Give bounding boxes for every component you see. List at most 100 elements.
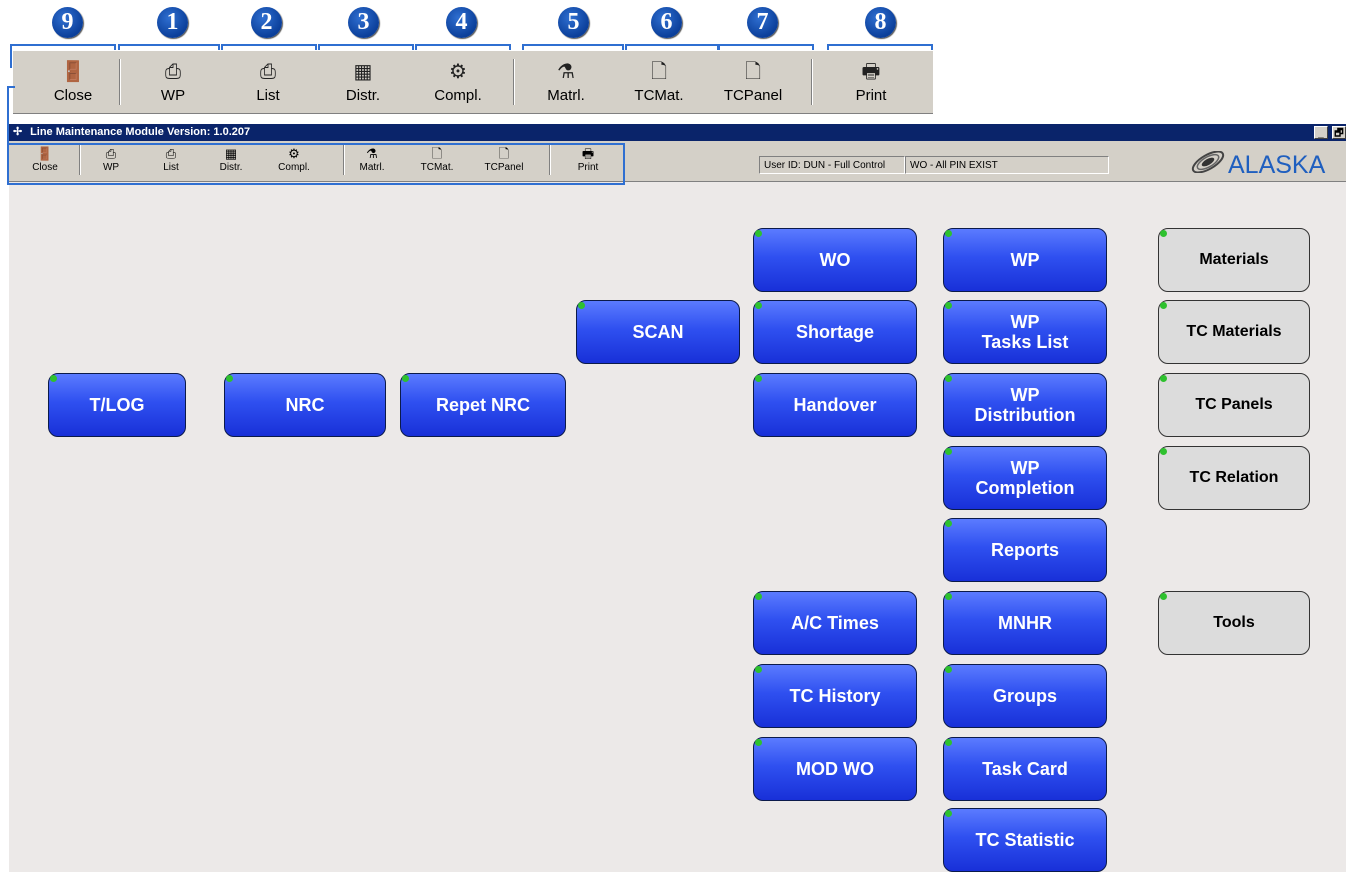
callout-matrl-button[interactable]: ⚗ Matrl.: [526, 51, 606, 113]
status-dot-icon: [755, 375, 762, 382]
button-label: TCPanel: [484, 162, 524, 173]
wo-status: WO - All PIN EXIST: [905, 156, 1109, 174]
tile-label: NRC: [285, 395, 325, 415]
tile-label: MOD WO: [796, 759, 874, 779]
tile-label: TC History: [789, 686, 881, 706]
status-dot-icon: [755, 739, 762, 746]
tcpanel-button[interactable]: 🗋 TCPanel: [479, 143, 529, 179]
wp-button[interactable]: ⎙ WP: [89, 143, 133, 179]
tile-label: MNHR: [998, 613, 1052, 633]
app-window: ✢ Line Maintenance Module Version: 1.0.2…: [9, 124, 1346, 872]
status-dot-icon: [945, 302, 952, 309]
status-dot-icon: [1160, 375, 1167, 382]
restore-button[interactable]: 🗗: [1332, 126, 1346, 139]
handover-button[interactable]: Handover: [753, 373, 917, 437]
callout-badge-8: 8: [865, 7, 896, 38]
status-dot-icon: [945, 230, 952, 237]
callout-close-button[interactable]: 🚪 Close: [33, 51, 113, 113]
ac-times-button[interactable]: A/C Times: [753, 591, 917, 655]
reports-button[interactable]: Reports: [943, 518, 1107, 582]
wp-distribution-button[interactable]: WP Distribution: [943, 373, 1107, 437]
tc-statistic-button[interactable]: TC Statistic: [943, 808, 1107, 872]
button-label: Matrl.: [359, 162, 385, 173]
callout-compl-button[interactable]: ⚙ Compl.: [418, 51, 498, 113]
callout-tcpanel-button[interactable]: 🗋 TCPanel: [713, 51, 793, 113]
groups-button[interactable]: Groups: [943, 664, 1107, 728]
tc-relation-button[interactable]: TC Relation: [1158, 446, 1310, 510]
tc-materials-button[interactable]: TC Materials: [1158, 300, 1310, 364]
callout-distr-button[interactable]: ▦ Distr.: [323, 51, 403, 113]
wo-button[interactable]: WO: [753, 228, 917, 292]
callout-button-label: TCMat.: [634, 87, 684, 104]
callout-toolbar: 🚪 Close ⎙ WP ⎙ List ▦ Distr. ⚙ Compl. ⚗ …: [13, 50, 933, 114]
callout-badge-1: 1: [157, 7, 188, 38]
callout-badge-4: 4: [446, 7, 477, 38]
tile-label: SCAN: [632, 322, 684, 342]
mod-wo-button[interactable]: MOD WO: [753, 737, 917, 801]
callout-button-label: Close: [53, 87, 93, 104]
callout-button-label: Print: [855, 87, 887, 104]
callout-wp-button[interactable]: ⎙ WP: [133, 51, 213, 113]
mnhr-button[interactable]: MNHR: [943, 591, 1107, 655]
wp-completion-button[interactable]: WP Completion: [943, 446, 1107, 510]
callout-button-label: List: [256, 87, 280, 104]
tile-label: Repet NRC: [435, 395, 530, 415]
callout-button-label: WP: [160, 87, 186, 104]
compl-button[interactable]: ⚙ Compl.: [271, 143, 317, 179]
alaska-logo: ALASKA: [1186, 145, 1346, 179]
task-card-button[interactable]: Task Card: [943, 737, 1107, 801]
document-icon: 🗋: [744, 61, 762, 83]
minimize-button[interactable]: _: [1313, 126, 1328, 139]
title-bar: ✢ Line Maintenance Module Version: 1.0.2…: [9, 124, 1346, 141]
document-icon: 🗋: [650, 61, 668, 83]
button-label: WP: [102, 162, 120, 173]
status-dot-icon: [226, 375, 233, 382]
tile-label: Materials: [1199, 251, 1269, 268]
wrench-icon: ⚙: [449, 61, 467, 83]
tlog-button[interactable]: T/LOG: [48, 373, 186, 437]
button-label: Close: [32, 162, 58, 173]
wp-tasks-list-button[interactable]: WP Tasks List: [943, 300, 1107, 364]
close-button[interactable]: 🚪 Close: [23, 143, 67, 179]
materials-button[interactable]: Materials: [1158, 228, 1310, 292]
status-dot-icon: [1160, 302, 1167, 309]
nrc-button[interactable]: NRC: [224, 373, 386, 437]
button-label: Compl.: [278, 162, 310, 173]
printer-icon: 🖶: [861, 61, 881, 83]
flask-icon: ⚗: [557, 61, 575, 83]
distr-button[interactable]: ▦ Distr.: [209, 143, 253, 179]
callout-print-button[interactable]: 🖶 Print: [831, 51, 911, 113]
list-button[interactable]: ⎙ List: [149, 143, 193, 179]
status-dot-icon: [50, 375, 57, 382]
callout-button-label: Distr.: [345, 87, 381, 104]
document-icon: 🗋: [498, 146, 510, 161]
tc-history-button[interactable]: TC History: [753, 664, 917, 728]
tile-label: Task Card: [982, 759, 1068, 779]
printer-icon: ⎙: [165, 146, 177, 161]
matrl-button[interactable]: ⚗ Matrl.: [349, 143, 395, 179]
distribution-icon: ▦: [353, 61, 373, 83]
button-label: TCMat.: [420, 162, 454, 173]
callout-badge-5: 5: [558, 7, 589, 38]
tile-label: Distribution: [974, 405, 1076, 425]
app-icon: ✢: [13, 126, 23, 138]
callout-button-label: Matrl.: [547, 87, 585, 104]
wp-tile-button[interactable]: WP: [943, 228, 1107, 292]
print-button[interactable]: 🖶 Print: [565, 143, 611, 179]
callout-list-button[interactable]: ⎙ List: [228, 51, 308, 113]
door-exit-icon: 🚪: [60, 61, 86, 83]
distribution-icon: ▦: [224, 146, 238, 161]
scan-button[interactable]: SCAN: [576, 300, 740, 364]
printer-icon: ⎙: [165, 61, 181, 83]
shortage-button[interactable]: Shortage: [753, 300, 917, 364]
repet-nrc-button[interactable]: Repet NRC: [400, 373, 566, 437]
callout-annotation: 9 1 2 3 4 5 6 7 8 🚪 Close ⎙ WP ⎙ List ▦ …: [0, 0, 940, 124]
callout-tcmat-button[interactable]: 🗋 TCMat.: [619, 51, 699, 113]
tcmat-button[interactable]: 🗋 TCMat.: [414, 143, 460, 179]
callout-button-label: Compl.: [434, 87, 482, 104]
tc-panels-button[interactable]: TC Panels: [1158, 373, 1310, 437]
status-dot-icon: [945, 666, 952, 673]
tools-button[interactable]: Tools: [1158, 591, 1310, 655]
status-dot-icon: [945, 520, 952, 527]
callout-button-label: TCPanel: [723, 87, 783, 104]
